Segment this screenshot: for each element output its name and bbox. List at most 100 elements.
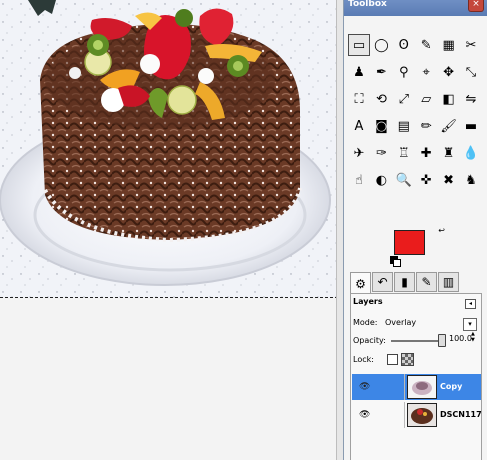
patterns-tab-tab[interactable]: ▥ bbox=[438, 272, 459, 292]
pencil-icon: ✏ bbox=[420, 118, 432, 134]
blur-icon: 💧 bbox=[462, 145, 480, 161]
gradient-tab-tab[interactable]: ▮ bbox=[394, 272, 415, 292]
crop-icon: ⛶ bbox=[354, 91, 364, 107]
foreground-color-swatch[interactable] bbox=[394, 230, 425, 255]
opacity-spin-icon[interactable]: ▲ ▼ bbox=[471, 331, 475, 343]
opacity-label: Opacity: bbox=[353, 336, 386, 345]
dock-tabs: ⚙ ↶ ▮ ✎ ▥ bbox=[350, 272, 482, 294]
scissors-select-tool-button[interactable]: ✂ bbox=[460, 34, 482, 56]
lock-pixels-checkbox[interactable] bbox=[387, 354, 398, 365]
tool-options-tab[interactable]: ⚙ bbox=[350, 272, 371, 294]
blend-tool-button[interactable]: ▤ bbox=[393, 115, 415, 137]
eraser-tool-button[interactable]: ▬ bbox=[460, 115, 482, 137]
crop-tool-button[interactable]: ⛶ bbox=[348, 88, 370, 110]
pencil-tool-button[interactable]: ✏ bbox=[415, 115, 437, 137]
close-button[interactable]: × bbox=[468, 0, 484, 12]
airbrush-tool-button[interactable]: ✈ bbox=[348, 142, 370, 164]
opacity-slider-handle[interactable] bbox=[438, 334, 446, 347]
fuzzy-select-tool-button[interactable]: ✎ bbox=[415, 34, 437, 56]
eraser-icon: ▬ bbox=[464, 118, 478, 134]
patterns-tab-icon: ▥ bbox=[442, 275, 455, 289]
gradient-tab-icon: ▮ bbox=[401, 275, 408, 289]
perspective-tool-button[interactable]: ◧ bbox=[438, 88, 460, 110]
smudge-tool-button[interactable]: ☝ bbox=[348, 169, 370, 191]
layer-name[interactable]: Copy bbox=[440, 382, 462, 391]
mode-select[interactable]: Overlay bbox=[385, 318, 416, 327]
image-canvas[interactable] bbox=[0, 0, 343, 460]
stamp-tool-button[interactable]: ♞ bbox=[460, 169, 482, 191]
magnify-tool-button[interactable]: 🔍 bbox=[393, 169, 415, 191]
shear-tool-button[interactable]: ▱ bbox=[415, 88, 437, 110]
opacity-slider-track[interactable] bbox=[391, 340, 441, 342]
layer-thumbnail bbox=[407, 375, 437, 399]
fuzzy-select-2-icon: ✖ bbox=[443, 172, 455, 188]
toolbox-titlebar[interactable]: Toolbox × bbox=[344, 0, 487, 16]
color-picker-icon: ⚲ bbox=[399, 64, 409, 80]
panel-menu-icon[interactable]: ◂ bbox=[465, 299, 476, 309]
airbrush-icon: ✈ bbox=[353, 145, 365, 161]
heal-tool-button[interactable]: ✚ bbox=[415, 142, 437, 164]
text-tool-button[interactable]: A bbox=[348, 115, 370, 137]
layer-chain-divider bbox=[404, 374, 405, 400]
swap-colors-icon[interactable]: ↩ bbox=[438, 226, 445, 235]
ink-icon: ✑ bbox=[375, 145, 387, 161]
brushes-tab-tab[interactable]: ✎ bbox=[416, 272, 437, 292]
free-select-icon: ʘ bbox=[398, 37, 409, 53]
tool-options-icon: ⚙ bbox=[355, 276, 366, 291]
scale-icon: ⤢ bbox=[398, 91, 409, 107]
cage-transform-icon: ✜ bbox=[420, 172, 432, 188]
opacity-value[interactable]: 100.0 bbox=[449, 334, 472, 343]
text-icon: A bbox=[354, 118, 364, 134]
free-select-tool-button[interactable]: ʘ bbox=[393, 34, 415, 56]
layers-panel-title: Layers bbox=[353, 297, 383, 306]
rect-select-tool-button[interactable]: ▭ bbox=[348, 34, 370, 56]
brushes-tab-icon: ✎ bbox=[421, 275, 432, 289]
rotate-tool-button[interactable]: ⟲ bbox=[370, 88, 392, 110]
layer-row-dscn[interactable]: 👁 DSCN117 bbox=[352, 402, 482, 428]
paths-icon: ✒ bbox=[375, 64, 387, 80]
default-colors-icon[interactable] bbox=[390, 256, 401, 267]
measure-icon: ⌖ bbox=[422, 64, 430, 80]
foreground-select-tool-button[interactable]: ♟ bbox=[348, 61, 370, 83]
mode-dropdown-icon[interactable]: ▾ bbox=[463, 318, 477, 331]
blend-icon: ▤ bbox=[397, 118, 410, 134]
canvas-vertical-scrollbar[interactable] bbox=[336, 0, 343, 460]
align-tool-button[interactable]: ⤡ bbox=[460, 61, 482, 83]
paths-tool-button[interactable]: ✒ bbox=[370, 61, 392, 83]
color-area: ↩ bbox=[390, 226, 445, 267]
measure-tool-button[interactable]: ⌖ bbox=[415, 61, 437, 83]
color-picker-tool-button[interactable]: ⚲ bbox=[393, 61, 415, 83]
color-select-tool-button[interactable]: ▦ bbox=[438, 34, 460, 56]
toolbox-title: Toolbox bbox=[348, 0, 387, 9]
layer-name[interactable]: DSCN117 bbox=[440, 410, 482, 419]
undo-history-tab[interactable]: ↶ bbox=[372, 272, 393, 292]
clone-icon: ♖ bbox=[397, 145, 410, 161]
blur-tool-button[interactable]: 💧 bbox=[460, 142, 482, 164]
perspective-icon: ◧ bbox=[442, 91, 455, 107]
visibility-eye-icon[interactable]: 👁 bbox=[359, 382, 370, 392]
perspective-clone-icon: ♜ bbox=[442, 145, 455, 161]
dodge-burn-tool-button[interactable]: ◐ bbox=[370, 169, 392, 191]
fuzzy-select-icon: ✎ bbox=[420, 37, 432, 53]
ellipse-select-tool-button[interactable]: ◯ bbox=[370, 34, 392, 56]
fuzzy-select-2-tool-button[interactable]: ✖ bbox=[438, 169, 460, 191]
lock-alpha-icon[interactable] bbox=[401, 353, 414, 366]
flip-tool-button[interactable]: ⇋ bbox=[460, 88, 482, 110]
layer-row-copy[interactable]: 👁 Copy bbox=[352, 374, 481, 400]
visibility-eye-icon[interactable]: 👁 bbox=[359, 410, 370, 420]
bucket-fill-tool-button[interactable]: ◙ bbox=[370, 115, 392, 137]
scale-tool-button[interactable]: ⤢ bbox=[393, 88, 415, 110]
color-select-icon: ▦ bbox=[442, 37, 455, 53]
cake-photo bbox=[0, 0, 343, 298]
perspective-clone-tool-button[interactable]: ♜ bbox=[438, 142, 460, 164]
cage-transform-tool-button[interactable]: ✜ bbox=[415, 169, 437, 191]
move-tool-button[interactable]: ✥ bbox=[438, 61, 460, 83]
clone-tool-button[interactable]: ♖ bbox=[393, 142, 415, 164]
smudge-icon: ☝ bbox=[355, 172, 363, 188]
ink-tool-button[interactable]: ✑ bbox=[370, 142, 392, 164]
foreground-select-icon: ♟ bbox=[353, 64, 365, 80]
ellipse-select-icon: ◯ bbox=[374, 37, 389, 53]
paintbrush-tool-button[interactable]: 🖌 bbox=[438, 115, 460, 137]
rect-select-icon: ▭ bbox=[352, 37, 366, 53]
heal-icon: ✚ bbox=[420, 145, 432, 161]
